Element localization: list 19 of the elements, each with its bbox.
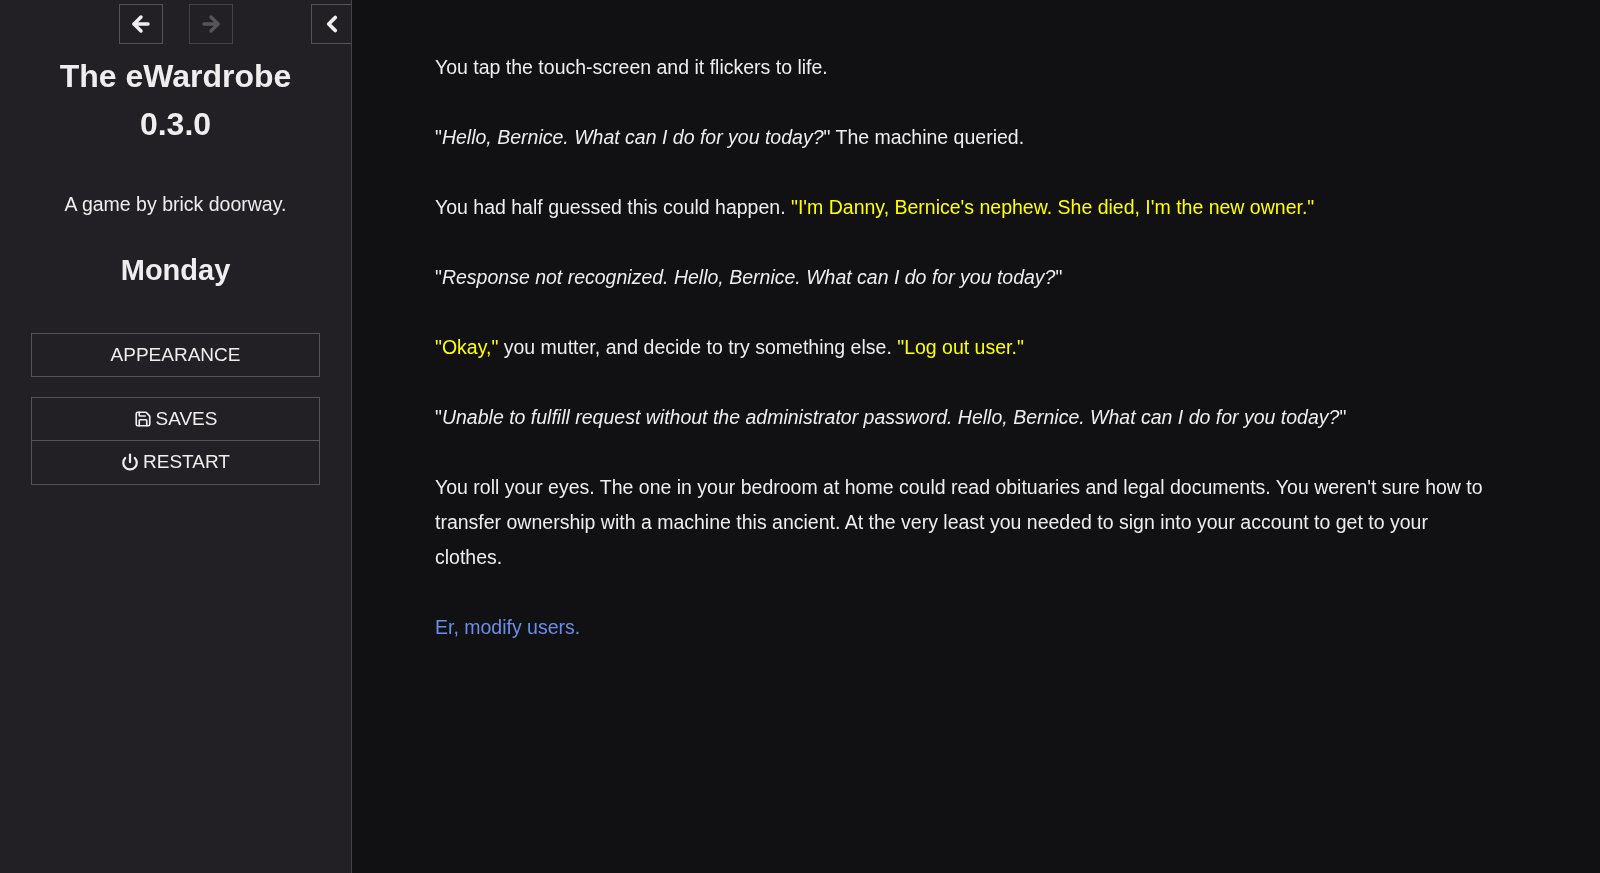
story-paragraph: "Unable to fulfill request without the administrator password. Hello, Bernice. What can I do for you today?" (435, 405, 1348, 430)
story-paragraph: "Hello, Bernice. What can I do for you today?" The machine queried. (435, 125, 1026, 150)
story-paragraph: "Okay," you mutter, and decide to try something else. "Log out user." (435, 335, 1025, 360)
story-paragraph: You had half guessed this could happen. "I'm Danny, Bernice's nephew. She died, I'm the new owner." (435, 195, 1316, 220)
save-icon (133, 409, 152, 428)
story-paragraph: You tap the touch-screen and it flickers to life. (435, 55, 829, 80)
story-title: The eWardrobe (59, 57, 292, 96)
day-label: Monday (120, 253, 231, 289)
byline: A game by brick doorway. (64, 192, 287, 217)
sidebar-toggle-button[interactable] (311, 4, 351, 44)
story-link[interactable]: Er, modify users. (435, 616, 581, 638)
back-button[interactable] (118, 4, 163, 44)
power-icon (121, 453, 140, 472)
menu-button[interactable]: RESTART (31, 440, 320, 485)
story-paragraph: You roll your eyes. The one in your bedroom at home could read obituaries and legal documents. You weren't sure how to transfer ownership with a machine this ancient. At the very least you needed to sign into your account to get to your clothes. (435, 475, 1484, 570)
menu-button[interactable]: SAVES (31, 396, 320, 441)
story-paragraph: "Response not recognized. Hello, Bernice. What can I do for you today?" (435, 265, 1064, 290)
menu-button[interactable]: APPEARANCE (31, 332, 320, 377)
version-number: 0.3.0 (139, 105, 212, 144)
